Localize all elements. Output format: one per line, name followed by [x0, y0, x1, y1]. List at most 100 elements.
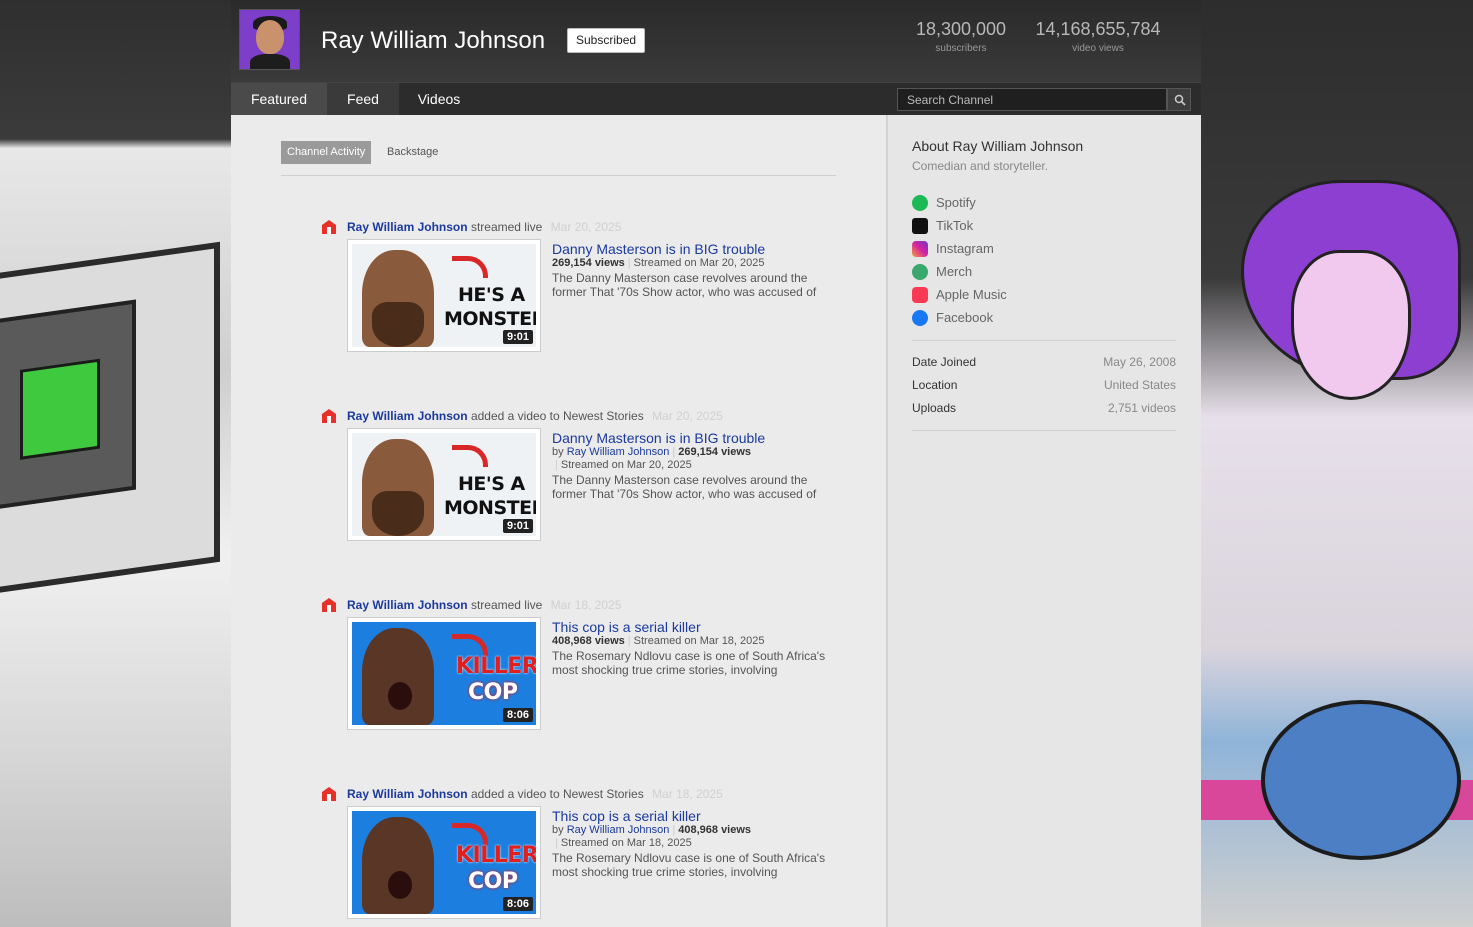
stat-row-location: Location United States [912, 378, 1176, 392]
tab-feed[interactable]: Feed [327, 83, 399, 116]
subscriber-label: subscribers [935, 43, 987, 54]
red-arrow-icon [452, 823, 488, 845]
feed-item-action: streamed live [470, 598, 543, 612]
video-meta: 269,154 views | Streamed on Mar 20, 2025 [552, 257, 765, 269]
thumb-text-line1: KILLER [456, 843, 536, 868]
video-title-link[interactable]: Danny Masterson is in BIG trouble [552, 241, 842, 257]
video-view-number: 14,168,655,784 [1035, 19, 1161, 39]
subtab-channel-activity[interactable]: Channel Activity [281, 141, 372, 164]
sidebar-divider [912, 430, 1176, 431]
youtube-house-icon [322, 409, 336, 423]
video-info: This cop is a serial killer 408,968 view… [552, 619, 842, 677]
instagram-icon [912, 241, 928, 257]
about-title: About Ray William Johnson [912, 138, 1084, 154]
video-by-label: by [552, 824, 564, 836]
video-view-label: video views [1072, 43, 1124, 54]
thumb-text-line1: HE'S A [458, 473, 525, 495]
feed-item-header: Ray William Johnson streamed live Mar 20… [321, 219, 841, 237]
video-views: 269,154 views [678, 446, 752, 458]
video-views: 269,154 views [552, 257, 625, 269]
feed-item-author[interactable]: Ray William Johnson [347, 220, 468, 234]
video-by-author[interactable]: Ray William Johnson [567, 446, 670, 458]
feed-item-author[interactable]: Ray William Johnson [347, 598, 468, 612]
video-duration: 9:01 [502, 519, 533, 533]
thumb-text-line2: COP [468, 869, 518, 894]
video-by-author[interactable]: Ray William Johnson [567, 824, 670, 836]
feed-item-header: Ray William Johnson added a video to New… [321, 786, 841, 804]
video-info: Danny Masterson is in BIG trouble 269,15… [552, 241, 842, 299]
thumb-text-line1: KILLER [456, 654, 536, 679]
channel-content: Channel Activity Backstage Ray William J… [231, 115, 1201, 927]
feed-item-author-line: Ray William Johnson streamed live Mar 20… [347, 220, 621, 234]
subtab-backstage[interactable]: Backstage [381, 141, 444, 164]
tab-featured[interactable]: Featured [231, 83, 327, 116]
video-by-label: by [552, 446, 564, 458]
video-thumbnail[interactable]: HE'S A MONSTER 9:01 [347, 428, 541, 541]
video-meta: by Ray William Johnson | 269,154 views [552, 446, 752, 458]
subscriber-count: 18,300,000 subscribers [915, 19, 1007, 54]
feed-panel: Channel Activity Backstage Ray William J… [231, 115, 886, 927]
red-arrow-icon [452, 445, 488, 467]
channel-nav: Featured Feed Videos [231, 82, 1201, 116]
video-thumbnail[interactable]: KILLER COP 8:06 [347, 806, 541, 919]
feed-item-action: streamed live [470, 220, 543, 234]
apple-music-icon [912, 287, 928, 303]
stat-row-date-joined: Date Joined May 26, 2008 [912, 355, 1176, 369]
video-duration: 8:06 [502, 708, 533, 722]
video-view-count: 14,168,655,784 video views [1035, 19, 1161, 54]
channel-avatar[interactable] [239, 9, 300, 70]
subscriber-number: 18,300,000 [915, 19, 1007, 39]
video-streamed: Streamed on Mar 20, 2025 [560, 459, 692, 471]
thumb-text-line1: HE'S A [458, 284, 525, 306]
youtube-house-icon [322, 598, 336, 612]
youtube-house-icon [322, 220, 336, 234]
tab-videos[interactable]: Videos [399, 83, 479, 116]
search-channel-input[interactable] [897, 88, 1167, 111]
background-art-left [0, 0, 231, 927]
feed-item-author[interactable]: Ray William Johnson [347, 409, 468, 423]
feed-item-action: added a video to Newest Stories [470, 409, 644, 423]
red-arrow-icon [452, 634, 488, 656]
video-info: This cop is a serial killer by Ray Willi… [552, 808, 842, 879]
feed-item-author-line: Ray William Johnson added a video to New… [347, 409, 723, 423]
subtab-divider [281, 175, 836, 176]
video-views: 408,968 views [678, 824, 752, 836]
video-duration: 8:06 [502, 897, 533, 911]
channel-header: Ray William Johnson Subscribed 18,300,00… [231, 0, 1201, 82]
search-button[interactable] [1167, 88, 1191, 111]
feed-item-author[interactable]: Ray William Johnson [347, 787, 468, 801]
thumb-text-line2: MONSTER [444, 308, 536, 330]
video-streamed: Streamed on Mar 18, 2025 [560, 837, 692, 849]
video-description: The Danny Masterson case revolves around… [552, 271, 817, 299]
about-sidebar: About Ray William Johnson Comedian and s… [886, 115, 1201, 927]
video-streamed: Streamed on Mar 18, 2025 [633, 635, 765, 647]
video-title-link[interactable]: Danny Masterson is in BIG trouble [552, 430, 842, 446]
video-views: 408,968 views [552, 635, 625, 647]
video-title-link[interactable]: This cop is a serial killer [552, 619, 842, 635]
video-title-link[interactable]: This cop is a serial killer [552, 808, 842, 824]
about-description: Comedian and storyteller. [912, 159, 1049, 173]
feed-item-date: Mar 18, 2025 [652, 787, 723, 801]
feed-item: Ray William Johnson added a video to New… [321, 408, 841, 541]
stat-row-uploads: Uploads 2,751 videos [912, 401, 1176, 415]
feed-item-header: Ray William Johnson added a video to New… [321, 408, 841, 426]
feed-item: Ray William Johnson streamed live Mar 18… [321, 597, 841, 730]
feed-item-action: added a video to Newest Stories [470, 787, 644, 801]
background-monitor [0, 241, 220, 599]
video-thumbnail[interactable]: KILLER COP 8:06 [347, 617, 541, 730]
search-icon [1174, 94, 1186, 106]
video-thumbnail[interactable]: HE'S A MONSTER 9:01 [347, 239, 541, 352]
background-art-right [1201, 0, 1473, 927]
red-arrow-icon [452, 256, 488, 278]
feed-item-date: Mar 20, 2025 [550, 220, 622, 234]
subscribed-button[interactable]: Subscribed [567, 28, 646, 53]
channel-name: Ray William Johnson [321, 27, 546, 54]
feed-item: Ray William Johnson streamed live Mar 20… [321, 219, 841, 352]
youtube-house-icon [322, 787, 336, 801]
feed-item: Ray William Johnson added a video to New… [321, 786, 841, 919]
video-description: The Rosemary Ndlovu case is one of South… [552, 649, 826, 677]
feed-item-date: Mar 18, 2025 [550, 598, 622, 612]
video-description: The Rosemary Ndlovu case is one of South… [552, 851, 826, 879]
thumb-text-line2: COP [468, 680, 518, 705]
feed-item-date: Mar 20, 2025 [652, 409, 723, 423]
